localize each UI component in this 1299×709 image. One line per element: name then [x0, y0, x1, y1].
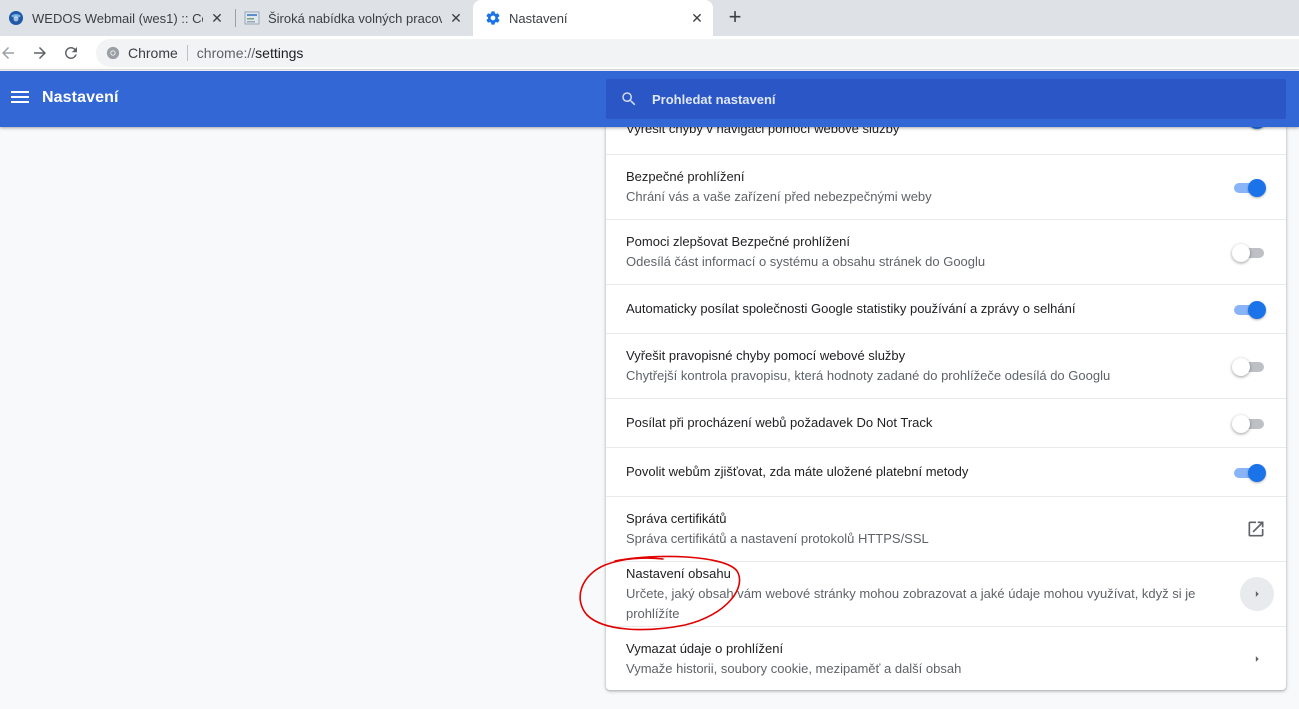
forward-arrow-icon	[34, 47, 46, 59]
settings-header: Nastavení	[0, 71, 1299, 127]
page-title: Nastavení	[42, 89, 119, 106]
setting-row-help-safe-browsing[interactable]: Pomoci zlepšovat Bezpečné prohlížení Ode…	[606, 219, 1286, 284]
address-bar[interactable]: Chrome chrome:// settings	[96, 39, 1299, 67]
url-scheme: chrome://	[196, 45, 256, 61]
toggle-usage-statistics[interactable]	[1232, 299, 1266, 319]
search-box[interactable]	[606, 79, 1286, 119]
toggle-do-not-track[interactable]	[1232, 413, 1266, 433]
tab-jobs[interactable]: Široká nabídka volných pracovních míst ✕	[236, 0, 472, 36]
toggle-navigation-errors[interactable]	[1232, 127, 1266, 129]
url-path: settings	[255, 45, 304, 61]
setting-row-clear-browsing-data[interactable]: Vymazat údaje o prohlížení Vymaže histor…	[606, 626, 1286, 690]
toggle-safe-browsing[interactable]	[1232, 177, 1266, 197]
webmail-globe-icon	[9, 11, 23, 25]
setting-label: Vymazat údaje o prohlížení	[626, 640, 784, 656]
setting-row-navigation-errors[interactable]: Vyřešit chyby v navigaci pomocí webové s…	[606, 127, 1286, 141]
menu-button[interactable]	[9, 88, 31, 110]
arrow-right-icon	[1255, 656, 1259, 662]
setting-row-usage-statistics[interactable]: Automaticky posílat společnosti Google s…	[606, 284, 1286, 333]
omnibox-divider	[186, 45, 188, 61]
tab-settings[interactable]: Nastavení ✕	[473, 0, 713, 36]
reload-icon	[64, 46, 77, 59]
back-arrow-icon	[2, 47, 14, 59]
setting-label: Automaticky posílat společnosti Google s…	[626, 301, 1076, 316]
toggle-help-safe-browsing[interactable]	[1232, 242, 1266, 262]
close-icon[interactable]: ✕	[689, 10, 705, 27]
setting-row-spelling-service[interactable]: Vyřešit pravopisné chyby pomocí webové s…	[606, 333, 1286, 398]
setting-description: Správa certifikátů a nastavení protokolů…	[626, 531, 929, 546]
clear-data-arrow-button[interactable]	[1240, 642, 1274, 676]
setting-description: Odesílá část informací o systému a obsah…	[626, 254, 986, 269]
setting-row-content-settings[interactable]: Nastavení obsahu Určete, jaký obsah vám …	[606, 561, 1286, 626]
toggle-spelling-service[interactable]	[1232, 356, 1266, 376]
setting-label: Pomoci zlepšovat Bezpečné prohlížení	[626, 234, 851, 249]
setting-label: Správa certifikátů	[626, 511, 727, 526]
tab-title: Nastavení	[509, 10, 568, 26]
jobs-page-icon	[244, 11, 260, 25]
chrome-icon	[106, 46, 120, 60]
external-link-icon[interactable]	[1246, 519, 1266, 539]
setting-row-safe-browsing[interactable]: Bezpečné prohlížení Chrání vás a vaše za…	[606, 154, 1286, 219]
setting-description: Chytřejší kontrola pravopisu, která hodn…	[626, 368, 1111, 383]
toggle-payment-methods[interactable]	[1232, 462, 1266, 482]
setting-label: Bezpečné prohlížení	[626, 169, 745, 184]
search-icon	[622, 92, 636, 106]
setting-description: Vymaže historii, soubory cookie, mezipam…	[626, 660, 962, 676]
tab-title: WEDOS Webmail (wes1) :: Compose	[32, 10, 203, 26]
setting-row-payment-methods[interactable]: Povolit webům zjišťovat, zda máte uložen…	[606, 447, 1286, 496]
tab-strip: WEDOS Webmail (wes1) :: Compose ✕ Široká…	[0, 0, 1299, 36]
setting-label: Posílat při procházení webů požadavek Do…	[626, 415, 933, 430]
forward-button[interactable]	[26, 39, 54, 67]
setting-description: Určete, jaký obsah vám webové stránky mo…	[626, 586, 1196, 621]
new-tab-button[interactable]: +	[722, 5, 748, 31]
setting-label: Vyřešit pravopisné chyby pomocí webové s…	[626, 348, 906, 363]
arrow-right-icon	[1255, 591, 1259, 597]
setting-description: Chrání vás a vaše zařízení před nebezpeč…	[626, 189, 932, 204]
close-icon[interactable]: ✕	[448, 10, 464, 27]
content-settings-arrow-button[interactable]	[1240, 577, 1274, 611]
settings-gear-icon	[486, 11, 500, 25]
setting-row-manage-certificates[interactable]: Správa certifikátů Správa certifikátů a …	[606, 496, 1286, 561]
privacy-settings-card: Vyřešit chyby v navigaci pomocí webové s…	[606, 127, 1286, 690]
setting-label: Nastavení obsahu	[626, 566, 731, 581]
reload-button[interactable]	[57, 39, 85, 67]
setting-row-do-not-track[interactable]: Posílat při procházení webů požadavek Do…	[606, 398, 1286, 447]
back-button[interactable]	[0, 39, 22, 67]
setting-label: Povolit webům zjišťovat, zda máte uložen…	[626, 464, 969, 479]
setting-label: Vyřešit chyby v navigaci pomocí webové s…	[626, 127, 900, 136]
omnibox-chip: Chrome	[128, 45, 178, 61]
tab-title: Široká nabídka volných pracovních míst	[268, 10, 442, 26]
close-icon[interactable]: ✕	[209, 10, 225, 27]
tab-webmail[interactable]: WEDOS Webmail (wes1) :: Compose ✕	[0, 0, 233, 36]
browser-toolbar: Chrome chrome:// settings	[0, 36, 1299, 70]
hamburger-icon	[11, 91, 29, 93]
search-input[interactable]	[652, 87, 1252, 111]
